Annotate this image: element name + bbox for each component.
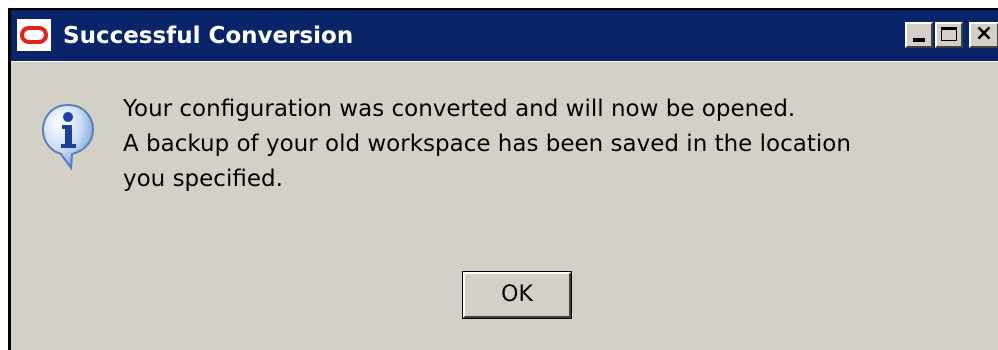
information-icon [41,103,95,171]
ok-button[interactable]: OK [462,271,572,319]
maximize-button[interactable] [935,22,963,48]
dialog-title: Successful Conversion [63,23,354,49]
close-icon: × [974,21,994,46]
message-line: A backup of your old workspace has been … [123,131,851,157]
maximize-icon [941,27,957,41]
title-bar[interactable]: Successful Conversion × [11,10,998,62]
message-text: Your configuration was converted and wil… [123,92,851,197]
minimize-icon [913,38,925,42]
close-button[interactable]: × [969,21,998,48]
dialog-window: Successful Conversion × Your configurati… [8,8,998,350]
minimize-button[interactable] [905,22,933,48]
message-line: you specified. [123,166,283,192]
oracle-logo-icon [17,19,51,51]
message-line: Your configuration was converted and wil… [123,96,796,122]
